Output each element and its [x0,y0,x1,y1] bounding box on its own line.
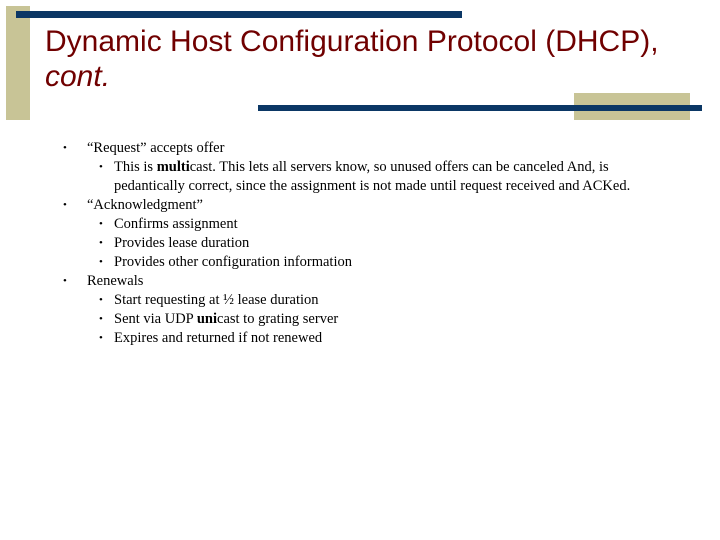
sub-bullet-item: • Confirms assignment [0,215,720,234]
bullet-text: “Acknowledgment” [87,197,203,213]
sub-bullet-item: • Sent via UDP unicast to grating server [0,310,720,329]
bullet-icon: • [99,218,103,230]
sub-bullet-item: • Provides other configuration informati… [0,253,720,272]
slide-title: Dynamic Host Configuration Protocol (DHC… [45,24,705,94]
bullet-icon: • [63,199,67,211]
sub-bullet-text: Start requesting at ½ lease duration [114,292,319,308]
bullet-icon: • [99,256,103,268]
bullet-icon: • [63,142,67,154]
sub-bullet-text: Provides other configuration information [114,254,352,270]
sub-bullet-item: • Start requesting at ½ lease duration [0,291,720,310]
bullet-item: • “Request” accepts offer [0,139,720,158]
bullet-text: Renewals [87,273,144,289]
slide-body: • “Request” accepts offer • This is mult… [0,139,720,348]
bullet-item: • “Acknowledgment” [0,196,720,215]
sub-bullet-text: Provides lease duration [114,235,250,251]
bullet-icon: • [99,237,103,249]
decorative-tan-vertical-bar [6,6,30,120]
sub-bullet-item: • Expires and returned if not renewed [0,329,720,348]
bullet-icon: • [99,313,103,325]
sub-bullet-text: Sent via UDP unicast to grating server [114,311,339,327]
bullet-item: • Renewals [0,272,720,291]
bullet-icon: • [63,275,67,287]
sub-bullet-item: • Provides lease duration [0,234,720,253]
bullet-text: “Request” accepts offer [87,140,225,156]
sub-bullet-text: Confirms assignment [114,216,238,232]
sub-bullet-text: Expires and returned if not renewed [114,330,323,346]
bullet-icon: • [99,332,103,344]
bullet-icon: • [99,161,103,173]
decorative-navy-top-bar [16,11,462,18]
decorative-navy-bottom-bar [258,105,702,111]
slide-title-italic: cont. [45,60,111,93]
bullet-icon: • [99,294,103,306]
slide-title-main: Dynamic Host Configuration Protocol (DHC… [45,25,659,58]
sub-bullet-item: • This is multicast. This lets all serve… [0,158,720,196]
sub-bullet-text: This is multicast. This lets all servers… [114,159,631,194]
